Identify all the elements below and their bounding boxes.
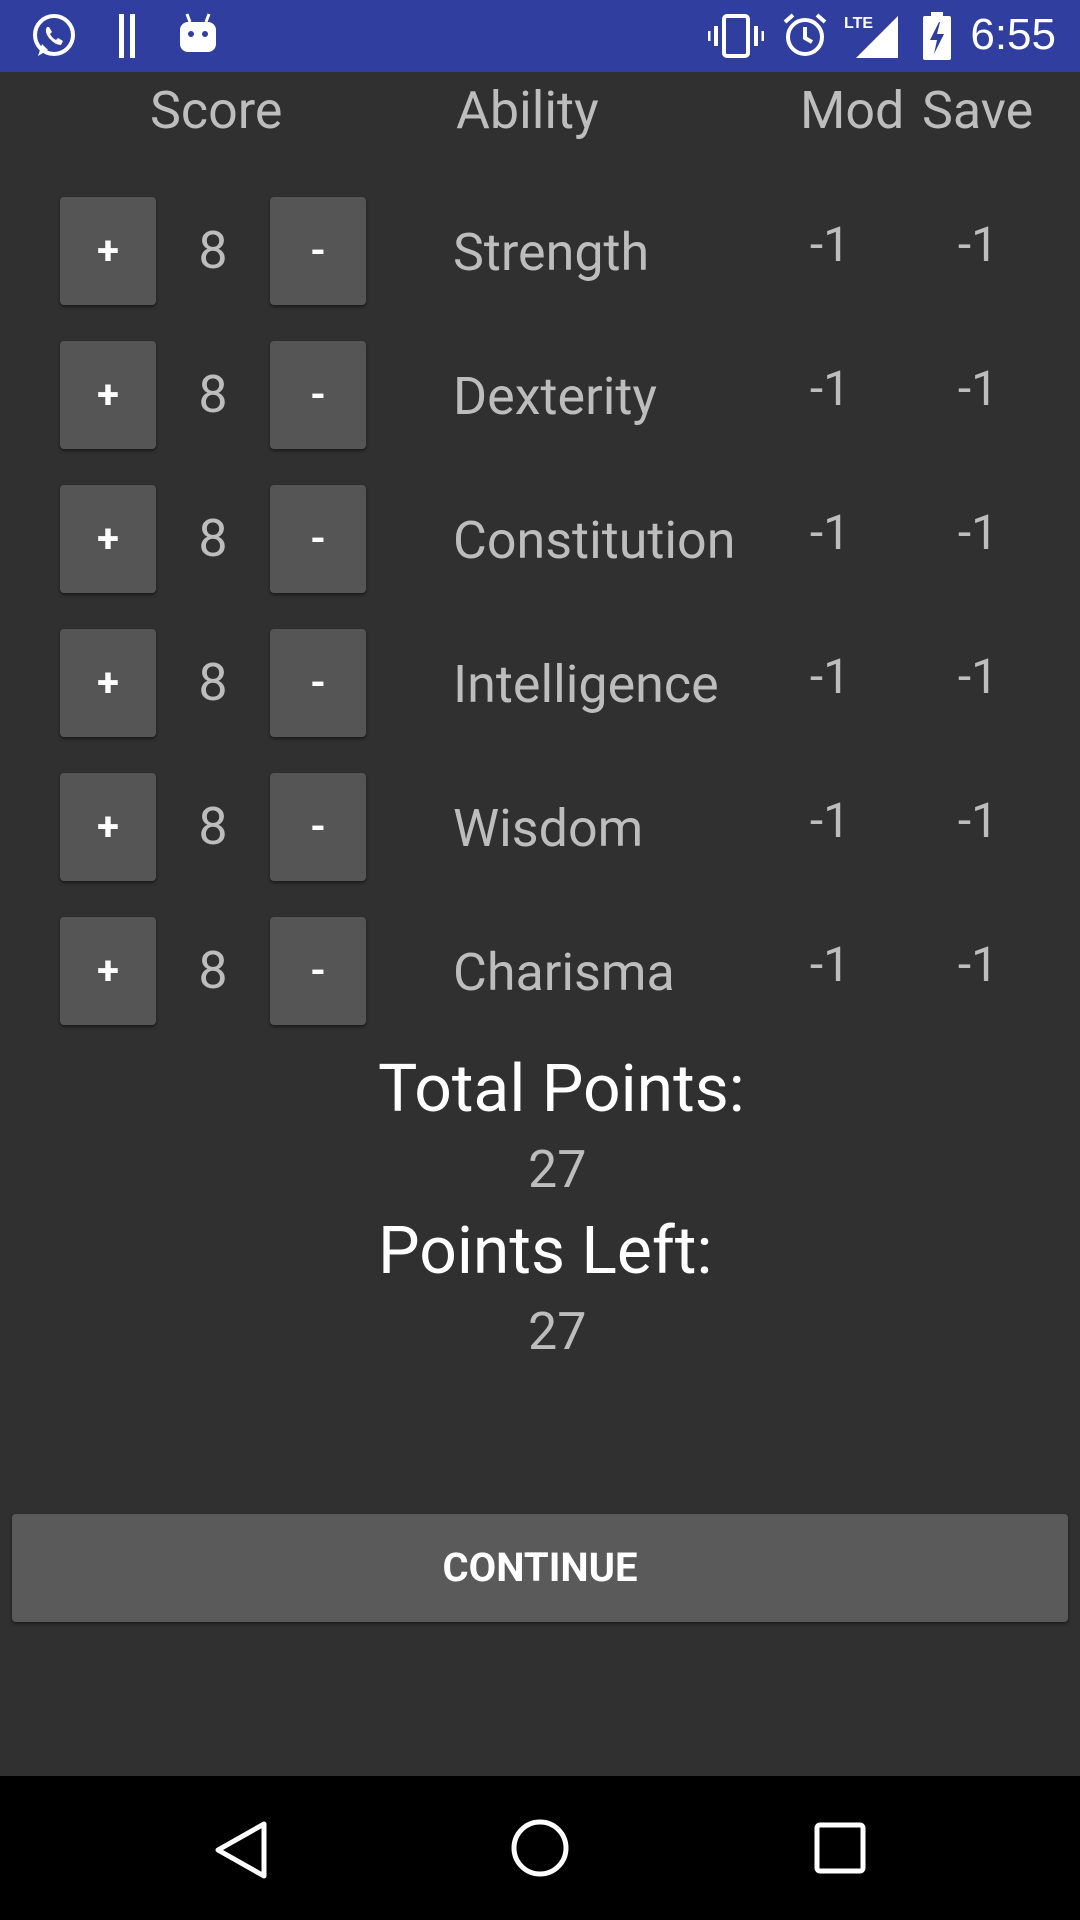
charisma-save: -1	[957, 936, 999, 993]
increase-intelligence-button[interactable]: +	[60, 629, 156, 737]
strength-mod: -1	[809, 216, 851, 273]
constitution-score: 8	[198, 508, 228, 569]
whatsapp-icon	[30, 12, 78, 64]
dexterity-save: -1	[957, 360, 999, 417]
wisdom-save: -1	[957, 792, 999, 849]
back-icon[interactable]	[212, 1820, 268, 1884]
decrease-charisma-button[interactable]: -	[270, 917, 366, 1025]
points-left-label: Points Left:	[378, 1213, 713, 1290]
ability-name-strength: Strength	[453, 222, 650, 283]
header-score: Score	[150, 80, 283, 141]
battery-charging-icon	[922, 12, 952, 64]
intelligence-save: -1	[957, 648, 999, 705]
increase-dexterity-button[interactable]: +	[60, 341, 156, 449]
increase-charisma-button[interactable]: +	[60, 917, 156, 1025]
ability-name-dexterity: Dexterity	[453, 366, 657, 427]
ability-name-intelligence: Intelligence	[453, 654, 719, 715]
continue-button[interactable]: CONTINUE	[12, 1514, 1068, 1622]
wisdom-mod: -1	[809, 792, 851, 849]
ability-row-charisma: + 8 - Charisma -1 -1	[0, 917, 1080, 1025]
strength-score: 8	[198, 220, 228, 281]
constitution-mod: -1	[809, 504, 851, 561]
intelligence-score: 8	[198, 652, 228, 713]
ability-name-constitution: Constitution	[453, 510, 736, 571]
dexterity-mod: -1	[809, 360, 851, 417]
charisma-mod: -1	[809, 936, 851, 993]
status-time: 6:55	[970, 10, 1056, 59]
total-points-value: 27	[528, 1139, 587, 1200]
increase-constitution-button[interactable]: +	[60, 485, 156, 593]
header-ability: Ability	[456, 80, 599, 141]
charisma-score: 8	[198, 940, 228, 1001]
dexterity-score: 8	[198, 364, 228, 425]
ability-row-wisdom: + 8 - Wisdom -1 -1	[0, 773, 1080, 881]
alarm-icon	[782, 12, 828, 62]
decrease-strength-button[interactable]: -	[270, 197, 366, 305]
decrease-constitution-button[interactable]: -	[270, 485, 366, 593]
total-points-label: Total Points:	[378, 1051, 745, 1128]
ability-row-dexterity: + 8 - Dexterity -1 -1	[0, 341, 1080, 449]
wisdom-score: 8	[198, 796, 228, 857]
pause-icon	[118, 14, 136, 62]
vibrate-icon	[707, 14, 765, 62]
intelligence-mod: -1	[809, 648, 851, 705]
points-left-value: 27	[528, 1301, 587, 1362]
ability-row-constitution: + 8 - Constitution -1 -1	[0, 485, 1080, 593]
header-mod: Mod	[800, 80, 905, 141]
ability-name-wisdom: Wisdom	[453, 798, 644, 859]
home-icon[interactable]	[510, 1818, 570, 1882]
android-icon	[178, 12, 218, 60]
decrease-dexterity-button[interactable]: -	[270, 341, 366, 449]
increase-strength-button[interactable]: +	[60, 197, 156, 305]
lte-signal-icon: LTE	[842, 10, 902, 64]
ability-row-strength: + 8 - Strength -1 -1	[0, 197, 1080, 305]
decrease-wisdom-button[interactable]: -	[270, 773, 366, 881]
decrease-intelligence-button[interactable]: -	[270, 629, 366, 737]
status-bar: LTE 6:55	[0, 0, 1080, 72]
increase-wisdom-button[interactable]: +	[60, 773, 156, 881]
strength-save: -1	[957, 216, 999, 273]
navigation-bar	[0, 1776, 1080, 1920]
header-save: Save	[922, 80, 1034, 141]
ability-name-charisma: Charisma	[453, 942, 675, 1003]
ability-row-intelligence: + 8 - Intelligence -1 -1	[0, 629, 1080, 737]
recents-icon[interactable]	[814, 1822, 866, 1878]
svg-text:LTE: LTE	[844, 15, 873, 32]
constitution-save: -1	[957, 504, 999, 561]
